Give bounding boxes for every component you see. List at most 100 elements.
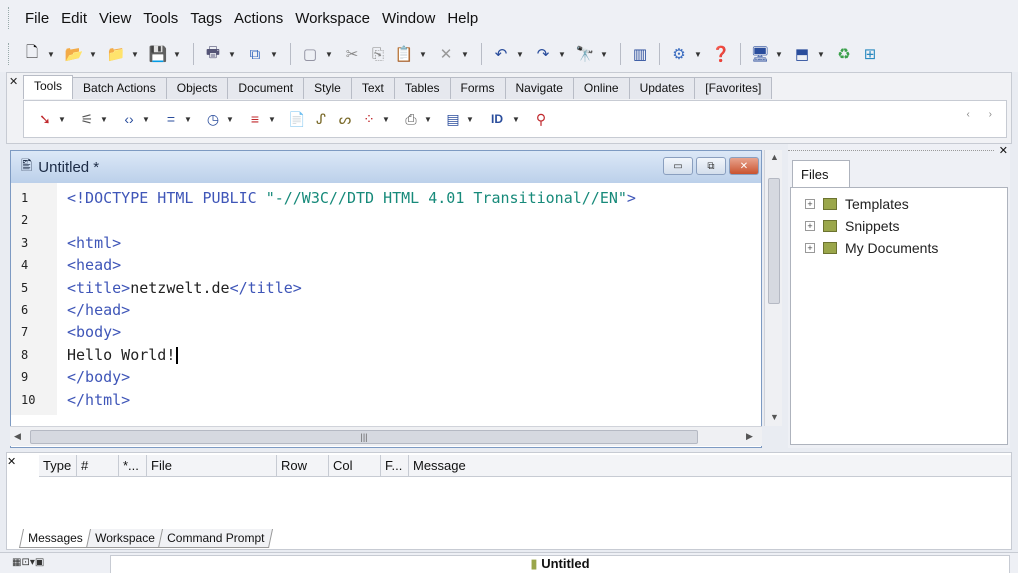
menu-window[interactable]: Window (376, 10, 441, 27)
id-icon[interactable]: ID (484, 108, 510, 130)
code-line[interactable]: <!DOCTYPE HTML PUBLIC "-//W3C//DTD HTML … (67, 189, 636, 207)
tab-tables[interactable]: Tables (393, 77, 451, 99)
image-dropdown-icon[interactable]: ▼ (424, 115, 434, 124)
browser-dropdown-icon[interactable]: ▼ (817, 50, 825, 59)
menu-tags[interactable]: Tags (184, 10, 228, 27)
tab-tools[interactable]: Tools (23, 75, 74, 99)
redo-icon[interactable]: ↷ (532, 43, 554, 65)
new-file-icon[interactable]: 🗋 (21, 43, 43, 65)
preview-icon[interactable]: 🖥 (749, 43, 771, 65)
code-line[interactable]: </html> (67, 391, 130, 409)
doc-icon[interactable]: 📄 (286, 108, 308, 130)
delete-dropdown-icon[interactable]: ▼ (461, 50, 469, 59)
menu-tools[interactable]: Tools (137, 10, 184, 27)
tab-online[interactable]: Online (572, 77, 630, 99)
open-project-icon[interactable]: 📁 (105, 43, 127, 65)
clipboard-dropdown-icon[interactable]: ▼ (325, 50, 333, 59)
vertical-scrollbar[interactable]: ▲ ▼ (764, 150, 782, 426)
save-dropdown-icon[interactable]: ▼ (173, 50, 181, 59)
project-dropdown-icon[interactable]: ▼ (131, 50, 139, 59)
clock-dropdown-icon[interactable]: ▼ (226, 115, 236, 124)
horizontal-scrollbar[interactable]: ◀ ||| ▶ (10, 426, 762, 446)
dots-icon[interactable]: ⁘ (358, 108, 380, 130)
hscroll-thumb[interactable]: ||| (30, 430, 698, 444)
marker-icon[interactable]: ➘ (34, 108, 56, 130)
publish-dropdown-icon[interactable]: ▼ (270, 50, 278, 59)
menu-edit[interactable]: Edit (55, 10, 93, 27)
code-line[interactable]: </head> (67, 301, 130, 319)
code-line[interactable]: <title>netzwelt.de</title> (67, 279, 302, 297)
menu-help[interactable]: Help (441, 10, 484, 27)
menu-grip[interactable] (8, 7, 11, 29)
code-line[interactable]: <body> (67, 323, 121, 341)
form-dropdown-icon[interactable]: ▼ (466, 115, 476, 124)
tab-batch-actions[interactable]: Batch Actions (72, 77, 167, 99)
tree-dropdown-icon[interactable]: ▼ (694, 50, 702, 59)
print-dropdown-icon[interactable]: ▼ (228, 50, 236, 59)
save-icon[interactable]: 💾 (147, 43, 169, 65)
layout-icon[interactable]: ▥ (629, 43, 651, 65)
redo-dropdown-icon[interactable]: ▼ (558, 50, 566, 59)
column-f[interactable]: F... (381, 455, 409, 477)
column-col[interactable]: Col (329, 455, 381, 477)
panel-grip[interactable] (788, 150, 994, 151)
text-icon[interactable]: ≡ (244, 108, 266, 130)
marker-dropdown-icon[interactable]: ▼ (58, 115, 68, 124)
status-icons[interactable]: ▦⊡▾▣ (12, 557, 44, 568)
copy-icon[interactable]: ⎘ (367, 43, 389, 65)
scroll-down-icon[interactable]: ▼ (770, 412, 779, 422)
tree-item-snippets[interactable]: + Snippets (805, 218, 899, 234)
tab-forms[interactable]: Forms (449, 77, 506, 99)
column-file[interactable]: File (147, 455, 277, 477)
tab-navigate[interactable]: Navigate (504, 77, 574, 99)
menu-view[interactable]: View (93, 10, 137, 27)
tab-files[interactable]: Files (792, 160, 850, 188)
find-dropdown-icon[interactable]: ▼ (600, 50, 608, 59)
clock-icon[interactable]: ◷ (202, 108, 224, 130)
close-icon[interactable]: ✕ (9, 75, 18, 88)
scroll-up-icon[interactable]: ▲ (770, 152, 779, 162)
close-button[interactable]: ✕ (729, 157, 759, 175)
refresh-icon[interactable]: ♻ (833, 43, 855, 65)
expand-icon[interactable]: + (805, 221, 815, 231)
tools-scroll-arrows[interactable]: ‹ › (967, 109, 1000, 120)
publish-icon[interactable]: ⧉ (244, 43, 266, 65)
preview-dropdown-icon[interactable]: ▼ (775, 50, 783, 59)
tree-item-my-documents[interactable]: + My Documents (805, 240, 938, 256)
menu-file[interactable]: File (19, 10, 55, 27)
column-status[interactable]: *... (119, 455, 147, 477)
close-icon[interactable]: ✕ (7, 455, 16, 468)
text-dropdown-icon[interactable]: ▼ (268, 115, 278, 124)
delete-icon[interactable]: ✕ (435, 43, 457, 65)
tab-workspace[interactable]: Workspace (85, 529, 164, 548)
tab-objects[interactable]: Objects (165, 77, 229, 99)
undo-dropdown-icon[interactable]: ▼ (516, 50, 524, 59)
scroll-right-icon[interactable]: ▶ (746, 431, 753, 442)
column-number[interactable]: # (77, 455, 119, 477)
toolbar-grip[interactable] (8, 43, 11, 65)
wizard-icon[interactable]: ⚟ (76, 108, 98, 130)
split-icon[interactable]: ⊞ (859, 43, 881, 65)
print-icon[interactable]: 🖶 (202, 43, 224, 65)
equals-dropdown-icon[interactable]: ▼ (184, 115, 194, 124)
open-dropdown-icon[interactable]: ▼ (89, 50, 97, 59)
scroll-thumb[interactable] (768, 178, 780, 304)
dots-dropdown-icon[interactable]: ▼ (382, 115, 392, 124)
column-row[interactable]: Row (277, 455, 329, 477)
new-dropdown-icon[interactable]: ▼ (47, 50, 55, 59)
form-icon[interactable]: ▤ (442, 108, 464, 130)
clipboard-icon[interactable]: ▢ (299, 43, 321, 65)
expand-icon[interactable]: + (805, 199, 815, 209)
tab-messages[interactable]: Messages (18, 529, 92, 548)
expand-icon[interactable]: + (805, 243, 815, 253)
tree-icon[interactable]: ⚙ (668, 43, 690, 65)
tab-updates[interactable]: Updates (628, 77, 696, 99)
tag-dropdown-icon[interactable]: ▼ (142, 115, 152, 124)
tab-document[interactable]: Document (227, 77, 305, 99)
code-line[interactable]: <html> (67, 234, 121, 252)
tree-item-templates[interactable]: + Templates (805, 196, 909, 212)
tab-favorites[interactable]: [Favorites] (694, 77, 773, 99)
tab-command-prompt[interactable]: Command Prompt (157, 529, 273, 548)
browser-icon[interactable]: ⬒ (791, 43, 813, 65)
menu-actions[interactable]: Actions (228, 10, 289, 27)
